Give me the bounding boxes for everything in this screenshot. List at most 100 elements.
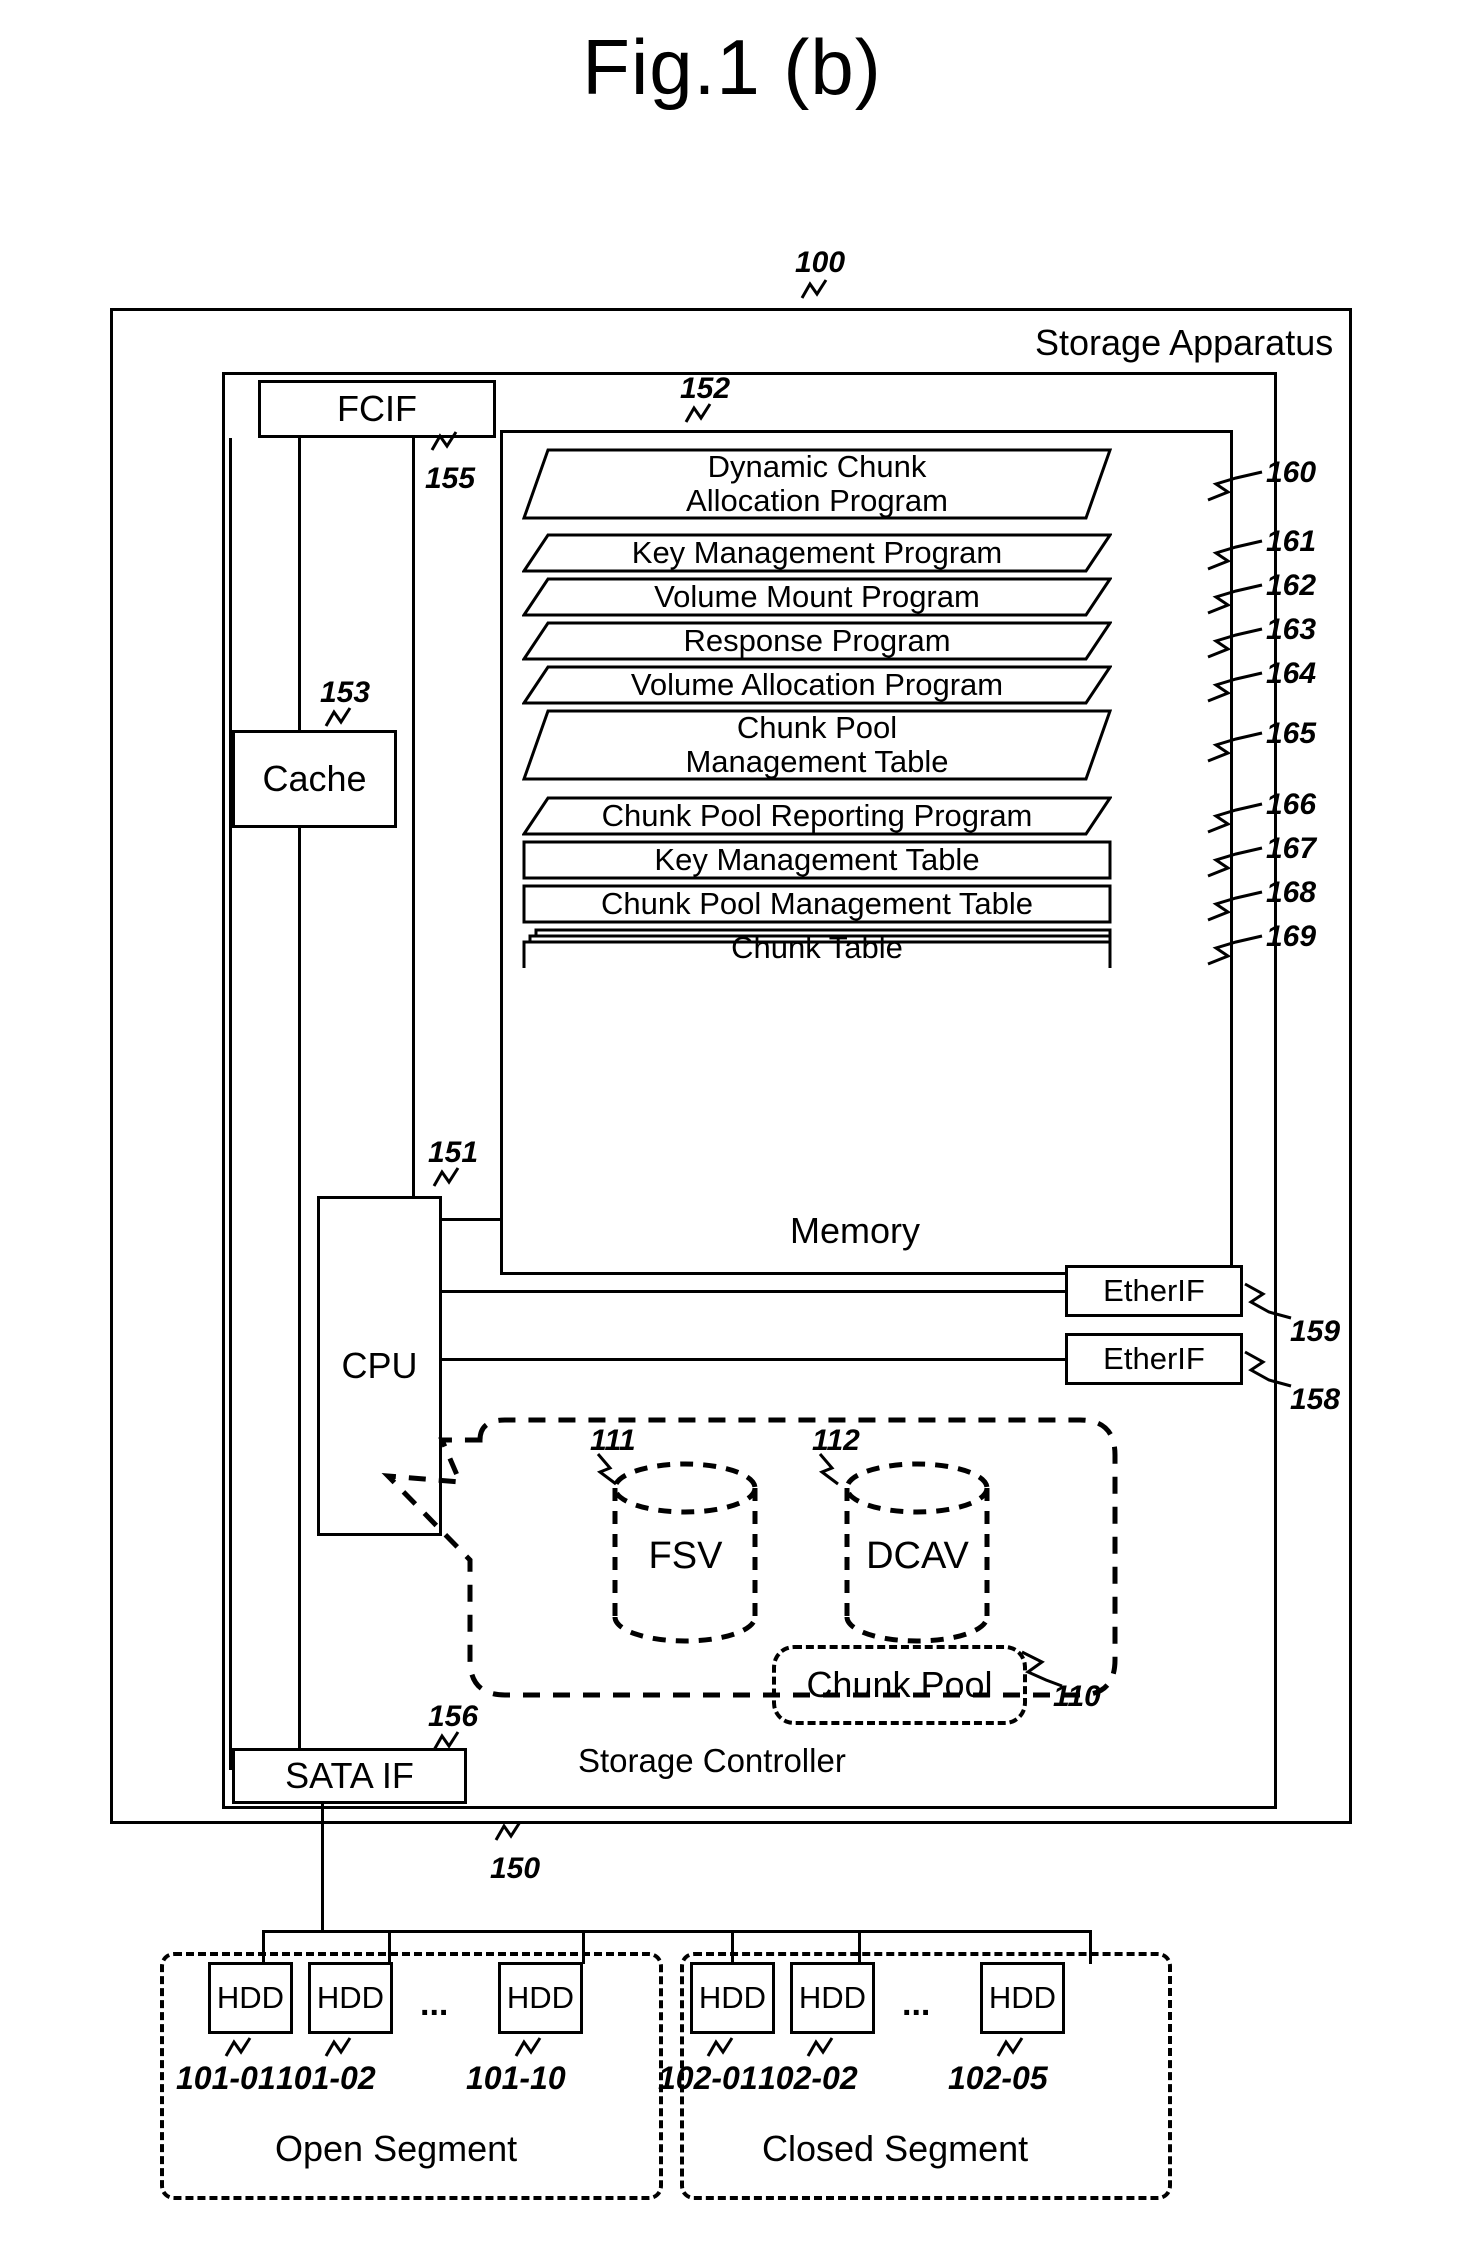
memory-item-label: Key Management Program: [631, 535, 1003, 570]
memory-item-label: Volume Allocation Program: [630, 667, 1004, 702]
bus-line-fcif-left: [298, 438, 301, 1770]
memory-item-169[interactable]: Chunk Table: [522, 928, 1112, 968]
disk-bus-line: [262, 1930, 1092, 1933]
hdd-label: HDD: [506, 1980, 575, 2015]
hdd-ellipsis: ...: [902, 1985, 931, 2023]
bus-line-controller-left: [229, 438, 232, 1770]
ref-label-163: 163: [1266, 613, 1317, 646]
leader-164: [1207, 671, 1263, 703]
cpu-etherif-bottom-connector: [440, 1358, 1065, 1361]
storage-controller-label: Storage Controller: [578, 1742, 846, 1779]
dcav-cylinder: DCAV: [840, 1460, 995, 1645]
ref-label-155: 155: [425, 462, 476, 495]
ref-label-162: 162: [1266, 569, 1317, 602]
hdd-label: HDD: [798, 1980, 867, 2015]
leader-160: [1207, 470, 1263, 502]
hdd-label: HDD: [988, 1980, 1057, 2015]
memory-item-label: Volume Mount Program: [654, 579, 980, 614]
etherif-bottom-label: EtherIF: [1103, 1341, 1205, 1376]
ref-label-169: 169: [1266, 920, 1317, 953]
leader-squiggle-152: [684, 403, 712, 423]
memory-item-label: Chunk Pool Reporting Program: [601, 798, 1033, 833]
leader-110: [1021, 1650, 1063, 1688]
leader-161: [1207, 539, 1263, 571]
etherif-bottom-box[interactable]: EtherIF: [1065, 1333, 1243, 1385]
chunk-pool-label: Chunk Pool: [806, 1664, 993, 1705]
ref-label-101-10: 101-10: [466, 2060, 566, 2096]
hdd-box-102-05[interactable]: HDD: [980, 1962, 1065, 2034]
memory-item-163[interactable]: Response Program: [522, 621, 1112, 661]
memory-item-label: Key Management Table: [654, 842, 980, 877]
hdd-label: HDD: [216, 1980, 285, 2015]
leader-squiggle-102-01: [706, 2037, 734, 2057]
hdd-box-101-01[interactable]: HDD: [208, 1962, 293, 2034]
ref-label-167: 167: [1266, 832, 1317, 865]
memory-item-label: Chunk Table: [731, 930, 903, 965]
sata-if-label: SATA IF: [285, 1755, 414, 1796]
etherif-top-label: EtherIF: [1103, 1273, 1205, 1308]
fsv-label: FSV: [648, 1535, 723, 1577]
ref-label-102-05: 102-05: [948, 2060, 1048, 2096]
leader-squiggle-155: [430, 431, 458, 451]
memory-item-166[interactable]: Chunk Pool Reporting Program: [522, 796, 1112, 836]
figure-title: Fig.1 (b): [582, 23, 882, 111]
dcav-label: DCAV: [866, 1535, 969, 1577]
ref-label-101-02: 101-02: [276, 2060, 376, 2096]
ref-label-161: 161: [1266, 525, 1317, 558]
ref-label-102-01: 102-01: [658, 2060, 758, 2096]
memory-item-160[interactable]: Dynamic Chunk Allocation Program: [522, 448, 1112, 520]
ref-label-153: 153: [320, 676, 371, 709]
bus-line-fcif-right: [412, 438, 415, 1218]
memory-item-label: Dynamic Chunk Allocation Program: [686, 449, 948, 518]
memory-item-164[interactable]: Volume Allocation Program: [522, 665, 1112, 705]
segment-label: Open Segment: [275, 2128, 518, 2169]
ref-label-150: 150: [490, 1852, 541, 1885]
leader-167: [1207, 846, 1263, 878]
ref-label-156: 156: [428, 1700, 479, 1733]
memory-item-168[interactable]: Chunk Pool Management Table: [522, 884, 1112, 924]
sata-if-box[interactable]: SATA IF: [232, 1748, 467, 1804]
hdd-box-102-02[interactable]: HDD: [790, 1962, 875, 2034]
hdd-box-101-10[interactable]: HDD: [498, 1962, 583, 2034]
cpu-memory-connector: [440, 1218, 502, 1221]
memory-item-165[interactable]: Chunk Pool Management Table: [522, 709, 1112, 781]
hdd-label: HDD: [316, 1980, 385, 2015]
hdd-box-101-02[interactable]: HDD: [308, 1962, 393, 2034]
leader-163: [1207, 627, 1263, 659]
memory-item-162[interactable]: Volume Mount Program: [522, 577, 1112, 617]
ref-label-102-02: 102-02: [758, 2060, 858, 2096]
cache-label: Cache: [262, 758, 367, 799]
leader-squiggle-101-02: [324, 2037, 352, 2057]
leader-166: [1207, 802, 1263, 834]
memory-item-161[interactable]: Key Management Program: [522, 533, 1112, 573]
fsv-cylinder: FSV: [608, 1460, 763, 1645]
ref-label-158: 158: [1290, 1383, 1341, 1416]
memory-item-label: Chunk Pool Management Table: [601, 886, 1033, 921]
leader-158: [1244, 1350, 1292, 1388]
memory-item-167[interactable]: Key Management Table: [522, 840, 1112, 880]
sata-bus-drop: [321, 1804, 324, 1932]
leader-squiggle-100: [800, 279, 828, 299]
leader-squiggle-102-05: [996, 2037, 1024, 2057]
leader-squiggle-156: [432, 1731, 460, 1751]
ref-label-164: 164: [1266, 657, 1317, 690]
hdd-box-102-01[interactable]: HDD: [690, 1962, 775, 2034]
leader-squiggle-101-10: [514, 2037, 542, 2057]
memory-item-label: Response Program: [683, 623, 951, 658]
etherif-top-box[interactable]: EtherIF: [1065, 1265, 1243, 1317]
leader-squiggle-150: [494, 1821, 522, 1841]
leader-squiggle-101-01: [224, 2037, 252, 2057]
ref-label-101-01: 101-01: [176, 2060, 276, 2096]
leader-111: [596, 1453, 617, 1486]
cpu-label: CPU: [341, 1345, 418, 1386]
ref-label-168: 168: [1266, 876, 1317, 909]
ref-label-152: 152: [680, 372, 731, 405]
leader-squiggle-102-02: [806, 2037, 834, 2057]
chunk-pool-box[interactable]: Chunk Pool: [772, 1645, 1027, 1725]
ref-label-159: 159: [1290, 1315, 1341, 1348]
cache-box[interactable]: Cache: [232, 730, 397, 828]
hdd-ellipsis: ...: [420, 1985, 449, 2023]
storage-apparatus-label: Storage Apparatus: [1035, 322, 1334, 363]
ref-label-151: 151: [428, 1136, 479, 1169]
ref-label-166: 166: [1266, 788, 1317, 821]
